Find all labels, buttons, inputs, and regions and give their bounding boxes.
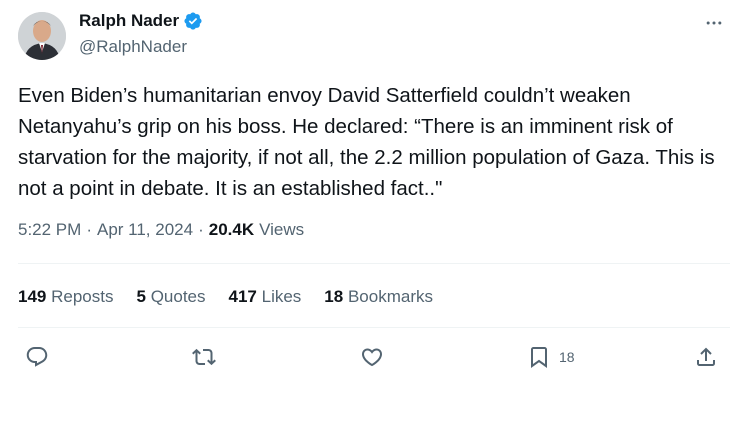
views-label: Views — [259, 220, 305, 239]
likes-label: Likes — [261, 287, 302, 306]
likes-stat[interactable]: 417 Likes — [229, 287, 302, 307]
author-name-row: Ralph Nader — [79, 11, 203, 31]
views-count: 20.4K — [208, 220, 255, 239]
reply-icon — [26, 347, 48, 367]
repost-button[interactable] — [192, 345, 216, 369]
meta-separator: · — [86, 220, 92, 239]
tweet-text: Even Biden’s humanitarian envoy David Sa… — [18, 84, 721, 200]
like-button[interactable] — [360, 345, 384, 369]
share-button[interactable] — [694, 345, 718, 369]
quotes-count: 5 — [136, 287, 146, 306]
reposts-count: 149 — [18, 287, 47, 306]
author-name[interactable]: Ralph Nader — [79, 11, 179, 31]
bookmarks-stat[interactable]: 18 Bookmarks — [324, 287, 433, 307]
divider — [18, 263, 730, 264]
quotes-stat[interactable]: 5 Quotes — [136, 287, 205, 307]
bookmark-count: 18 — [559, 349, 575, 365]
likes-count: 417 — [228, 287, 257, 306]
tweet-card: Ralph Nader @RalphNader Even Biden’s hum… — [0, 0, 749, 432]
bookmark-icon — [531, 347, 547, 368]
avatar-portrait — [18, 12, 66, 60]
tweet-date[interactable]: Apr 11, 2024 — [97, 220, 193, 240]
like-icon — [361, 348, 383, 367]
reply-button[interactable] — [25, 345, 49, 369]
share-icon — [697, 347, 715, 366]
repost-icon — [192, 348, 216, 366]
more-options-icon[interactable] — [703, 12, 725, 34]
avatar[interactable] — [18, 12, 66, 60]
bookmark-button[interactable]: 18 — [527, 345, 575, 369]
action-bar: 18 — [0, 345, 749, 373]
author-handle[interactable]: @RalphNader — [79, 37, 187, 57]
reposts-label: Reposts — [51, 287, 114, 306]
bookmarks-count: 18 — [324, 287, 344, 306]
verified-badge-icon[interactable] — [183, 11, 203, 31]
divider — [18, 327, 730, 328]
quotes-label: Quotes — [150, 287, 206, 306]
meta-separator: · — [198, 220, 204, 239]
tweet-meta: 5:22 PM · Apr 11, 2024 · 20.4K Views — [18, 220, 304, 240]
bookmarks-label: Bookmarks — [347, 287, 433, 306]
reposts-stat[interactable]: 149 Reposts — [18, 287, 113, 307]
engagement-stats: 149 Reposts 5 Quotes 417 Likes 18 Bookma… — [18, 287, 456, 307]
tweet-time[interactable]: 5:22 PM — [18, 220, 81, 240]
